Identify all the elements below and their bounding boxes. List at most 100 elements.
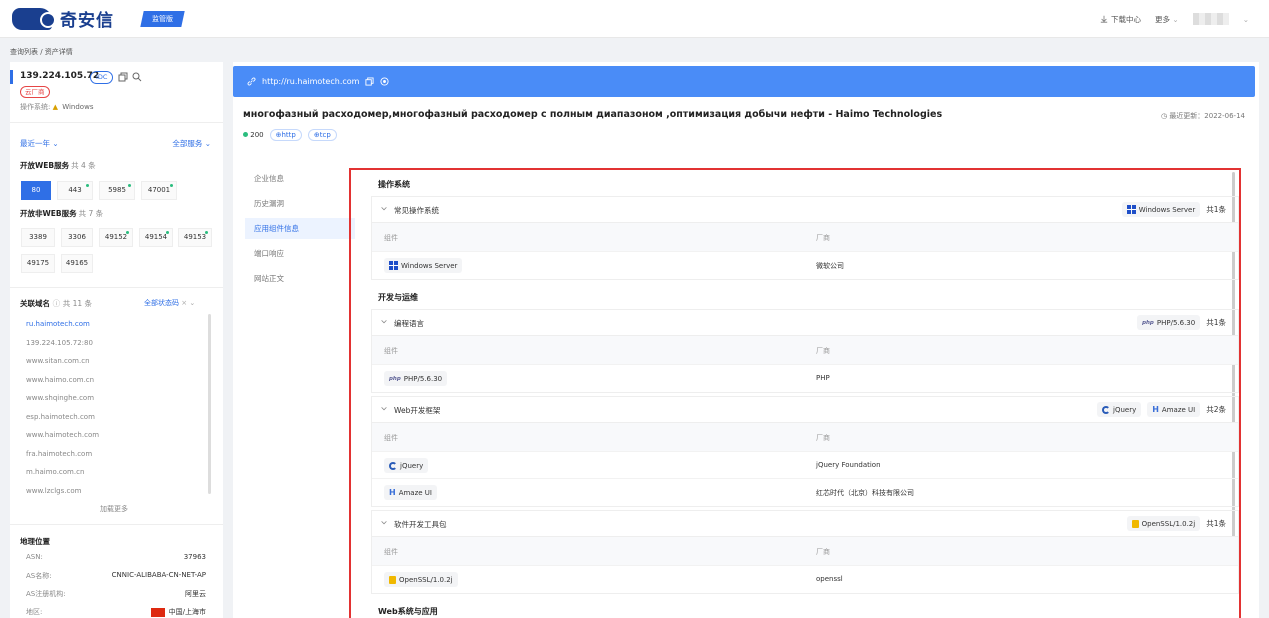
status-code-filter[interactable]: 全部状态码 × ⌄ [144,298,195,308]
openssl-icon [1131,519,1139,528]
ip-accent-bar [10,70,13,84]
tab-company-info[interactable]: 企业信息 [245,168,355,189]
tab-port-response[interactable]: 端口响应 [245,243,355,264]
table-header: 组件 厂商 [372,223,1238,251]
table-row: Windows Server 微软公司 [372,251,1238,278]
brand-mark-icon [12,7,56,30]
more-menu[interactable]: 更多 ⌄ [1155,14,1179,25]
chevron-down-icon [381,207,387,211]
chevron-down-icon [381,320,387,324]
brand-logo[interactable]: 奇安信 [12,6,114,31]
geo-location-title: 地理位置 [20,537,50,546]
edition-badge: 监管版 [140,10,185,27]
port-3306[interactable]: 3306 [61,228,93,247]
domain-item[interactable]: www.haimotech.com [26,431,99,439]
link-icon [247,77,256,86]
top-header: 奇安信 监管版 下载中心 更多 ⌄ ⌄ [0,0,1269,38]
openssl-icon [389,575,396,584]
component-chip[interactable]: jQuery [384,458,429,473]
user-avatar[interactable] [1192,13,1229,25]
component-chip[interactable]: php PHP/5.6.30 [384,371,448,386]
chevron-down-icon [381,407,387,411]
search-icon[interactable] [132,72,142,82]
domain-item[interactable]: www.shqinghe.com [26,394,94,402]
protocol-tag-tcp: ⊕tcp [307,129,337,141]
copy-icon[interactable] [365,77,375,86]
category-title: 开发与运维 [378,293,418,302]
table-row: OpenSSL/1.0.2j openssl [372,565,1238,592]
component-group: Web开发框架 jQuery H Amaze UI 共2条 组件 厂商 jQuery… [371,396,1239,507]
tab-history-vulns[interactable]: 历史漏洞 [245,193,355,214]
port-49175[interactable]: 49175 [21,254,55,273]
download-center-link[interactable]: 下载中心 [1100,14,1141,25]
service-filter-select[interactable]: 全部服务 ⌄ [172,138,211,149]
port-49152[interactable]: 49152 [99,228,133,247]
php-icon: php [1142,319,1154,326]
jquery-icon [1102,405,1110,414]
component-group: 编程语言 php PHP/5.6.30 共1条 组件 厂商 php PHP/5.6.30… [371,309,1239,393]
last-update: ◷ 最近更新：2022-06-14 [1160,112,1245,120]
domain-item[interactable]: m.haimo.com.cn [26,468,84,476]
component-chip[interactable]: H Amaze UI [384,485,437,500]
group-header[interactable]: 软件开发工具包 OpenSSL/1.0.2j 共1条 [372,511,1238,537]
component-chip[interactable]: Windows Server [384,258,463,273]
asset-ip: 139.224.105.72 [20,71,100,81]
domain-item[interactable]: ru.haimotech.com [26,320,90,328]
time-range-select[interactable]: 最近一年 ⌄ [20,138,59,149]
site-url[interactable]: http://ru.haimotech.com [262,77,359,86]
php-icon: php [389,375,401,382]
category-title: 操作系统 [378,180,410,189]
port-3389[interactable]: 3389 [21,228,55,247]
load-more-link[interactable]: 加载更多 [100,504,128,514]
protocol-tags: 200 ⊕http ⊕tcp [243,129,337,141]
table-header: 组件 厂商 [372,537,1238,565]
group-header[interactable]: 编程语言 php PHP/5.6.30 共1条 [372,310,1238,336]
geo-as-name: AS名称: CNNIC-ALIBABA-CN-NET-AP [26,571,206,580]
tab-site-body[interactable]: 网站正文 [245,268,355,289]
jquery-icon [389,461,397,470]
group-header[interactable]: Web开发框架 jQuery H Amaze UI 共2条 [372,397,1238,423]
user-menu-chevron-icon[interactable]: ⌄ [1243,15,1249,24]
related-domains-title: 关联域名 ⓘ 共 11 条 [20,299,93,308]
domain-item[interactable]: www.haimo.com.cn [26,376,94,384]
port-5985[interactable]: 5985 [99,181,135,200]
group-header[interactable]: 常见操作系统 Windows Server 共1条 [372,197,1238,223]
domain-list-scrollbar[interactable] [208,314,211,494]
cloud-vendor-tag: 云厂商 [20,86,50,98]
port-47001[interactable]: 47001 [141,181,177,200]
os-info: 操作系统: ▲ Windows [20,103,94,111]
chevron-down-icon: ⌄ [1172,14,1179,24]
port-443[interactable]: 443 [57,181,93,200]
clock-icon: ◷ [1160,112,1168,120]
domain-item[interactable]: www.sitan.com.cn [26,357,90,365]
status-ok-icon [243,132,248,137]
port-49154[interactable]: 49154 [139,228,173,247]
table-row: jQuery jQuery Foundation [372,451,1238,478]
breadcrumb[interactable]: 查询列表 / 资产详情 [10,47,73,57]
tab-app-components[interactable]: 应用组件信息 [245,218,355,239]
url-bar: http://ru.haimotech.com [233,66,1255,97]
domain-item[interactable]: esp.haimotech.com [26,413,95,421]
site-title: многофазный расходомер,многофазный расхо… [243,109,943,120]
amaze-ui-icon: H [1152,405,1159,414]
protocol-tag-http: ⊕http [269,129,302,141]
screenshot-icon[interactable] [380,77,390,86]
port-49153[interactable]: 49153 [178,228,212,247]
geo-as-registrar: AS注册机构: 阿里云 [26,590,206,598]
table-row: H Amaze UI 红芯时代（北京）科技有限公司 [372,478,1238,505]
nonweb-services-title: 开放非WEB服务共 7 条 [20,209,104,218]
table-header: 组件 厂商 [372,423,1238,451]
amaze-ui-icon: H [389,488,396,497]
domain-item[interactable]: www.lzclgs.com [26,487,81,495]
copy-icon[interactable] [118,72,128,82]
china-flag-icon [150,607,165,617]
status-code: 200 [250,131,264,139]
component-chip[interactable]: OpenSSL/1.0.2j [384,572,458,587]
geo-region: 地区: 中国/上海市 [26,607,206,617]
brand-name: 奇安信 [60,11,114,31]
download-icon [1100,15,1108,23]
port-80[interactable]: 80 [21,181,51,200]
port-49165[interactable]: 49165 [61,254,93,273]
domain-item[interactable]: 139.224.105.72:80 [26,339,93,347]
domain-item[interactable]: fra.haimotech.com [26,450,92,458]
